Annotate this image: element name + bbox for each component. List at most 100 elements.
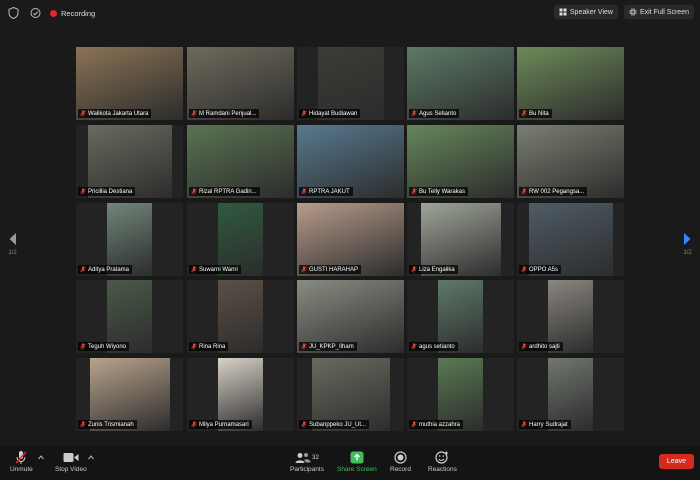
- participant-name: Walikota Jakarta Utara: [88, 110, 149, 117]
- next-page-control[interactable]: 1/2: [683, 232, 692, 256]
- participant-name: M Ramdani Penjual...: [199, 110, 257, 117]
- participant-name-tag: Rizal RPTRA Gadin...: [189, 187, 260, 196]
- participant-tile[interactable]: Suwarni Warni: [187, 203, 294, 276]
- muted-mic-icon: [411, 266, 417, 273]
- share-screen-icon: [350, 449, 364, 466]
- exit-fullscreen-button[interactable]: Exit Full Screen: [623, 5, 694, 19]
- recording-indicator[interactable]: Recording: [50, 9, 95, 18]
- muted-mic-icon: [301, 188, 307, 195]
- share-screen-button[interactable]: Share Screen: [337, 449, 377, 473]
- participant-tile[interactable]: Walikota Jakarta Utara: [76, 47, 183, 120]
- speaker-view-button[interactable]: Speaker View: [553, 5, 618, 19]
- participant-name: Suwarni Warni: [199, 266, 238, 273]
- participant-name: muthia azzahra: [419, 421, 461, 428]
- chevron-right-icon[interactable]: [683, 232, 692, 246]
- leave-button[interactable]: Leave: [658, 454, 694, 469]
- muted-mic-icon: [14, 449, 28, 466]
- participant-name-tag: RW 002 Pegangsa...: [519, 187, 588, 196]
- participant-name: agus setianto: [419, 343, 455, 350]
- participant-tile[interactable]: RW 002 Pegangsa...: [517, 125, 624, 198]
- muted-mic-icon: [411, 421, 417, 428]
- audio-options-chevron-icon[interactable]: [38, 455, 44, 460]
- participant-name: Liza Engalika: [419, 266, 455, 273]
- participant-name-tag: Agus Setianto: [409, 109, 460, 118]
- participant-tile[interactable]: Rizal RPTRA Gadin...: [187, 125, 294, 198]
- participant-name: RPTRA JAKUT: [309, 188, 350, 195]
- participant-tile[interactable]: Milya Purnamasari: [187, 358, 294, 431]
- muted-mic-icon: [301, 110, 307, 117]
- participant-name: Rizal RPTRA Gadin...: [199, 188, 257, 195]
- participant-tile[interactable]: Bu Telly Warakas: [407, 125, 514, 198]
- participant-tile[interactable]: Liza Engalika: [407, 203, 514, 276]
- participant-tile[interactable]: Zunis Trismianah: [76, 358, 183, 431]
- participant-name: Hidayat Budiawan: [309, 110, 358, 117]
- meeting-toolbar: Unmute Stop Video 32 Participants Share …: [0, 446, 700, 480]
- participant-tile[interactable]: Aditya Pratama: [76, 203, 183, 276]
- muted-mic-icon: [521, 110, 527, 117]
- video-options-chevron-icon[interactable]: [88, 455, 94, 460]
- participant-name: Pricillia Destiana: [88, 188, 133, 195]
- participant-tile[interactable]: JU_KPKP_Ilham: [297, 280, 404, 353]
- participant-name-tag: Bu Nita: [519, 109, 552, 118]
- participant-name-tag: Pricillia Destiana: [78, 187, 136, 196]
- chevron-left-icon[interactable]: [8, 232, 17, 246]
- stop-video-button[interactable]: Stop Video: [55, 449, 87, 473]
- participants-icon: [295, 452, 311, 463]
- participant-tile[interactable]: Subanppeko JU_Ut...: [297, 358, 404, 431]
- participant-name: RW 002 Pegangsa...: [529, 188, 585, 195]
- participants-count: 32: [312, 454, 319, 461]
- lock-icon[interactable]: [28, 6, 42, 20]
- muted-mic-icon: [301, 343, 307, 350]
- shield-icon[interactable]: [6, 6, 20, 20]
- record-icon: [394, 449, 407, 466]
- participant-tile[interactable]: Harry Sudrajat: [517, 358, 624, 431]
- participant-name-tag: Milya Purnamasari: [189, 420, 252, 429]
- top-bar: Recording Speaker View Exit Full Screen: [0, 0, 700, 26]
- participant-tile[interactable]: agus setianto: [407, 280, 514, 353]
- participant-tile[interactable]: GUSTI HARAHAP: [297, 203, 404, 276]
- participant-tile[interactable]: RPTRA JAKUT: [297, 125, 404, 198]
- participant-tile[interactable]: Teguh Wiyono: [76, 280, 183, 353]
- participant-name-tag: Zunis Trismianah: [78, 420, 137, 429]
- muted-mic-icon: [411, 343, 417, 350]
- participant-name: Milya Purnamasari: [199, 421, 249, 428]
- reactions-button[interactable]: Reactions: [428, 449, 457, 473]
- muted-mic-icon: [191, 266, 197, 273]
- unmute-label: Unmute: [10, 466, 33, 473]
- participant-name-tag: Liza Engalika: [409, 265, 458, 274]
- record-label: Record: [390, 466, 411, 473]
- participant-tile[interactable]: ardhito sajti: [517, 280, 624, 353]
- participant-name-tag: Walikota Jakarta Utara: [78, 109, 152, 118]
- page-indicator-right: 1/2: [683, 250, 692, 256]
- participant-name: OPPO A5s: [529, 266, 559, 273]
- muted-mic-icon: [80, 343, 86, 350]
- participant-name: Subanppeko JU_Ut...: [309, 421, 367, 428]
- participant-tile[interactable]: muthia azzahra: [407, 358, 514, 431]
- participant-name-tag: GUSTI HARAHAP: [299, 265, 362, 274]
- participant-tile[interactable]: Rina Rina: [187, 280, 294, 353]
- muted-mic-icon: [191, 343, 197, 350]
- participant-name-tag: Rina Rina: [189, 342, 229, 351]
- participant-name-tag: M Ramdani Penjual...: [189, 109, 260, 118]
- participant-name-tag: RPTRA JAKUT: [299, 187, 353, 196]
- participant-tile[interactable]: Pricillia Destiana: [76, 125, 183, 198]
- participant-name-tag: Aditya Pratama: [78, 265, 133, 274]
- participant-tile[interactable]: Hidayat Budiawan: [297, 47, 404, 120]
- unmute-button[interactable]: Unmute: [10, 449, 33, 473]
- participant-name: Bu Nita: [529, 110, 549, 117]
- participant-name-tag: Harry Sudrajat: [519, 420, 571, 429]
- participant-name-tag: Teguh Wiyono: [78, 342, 130, 351]
- muted-mic-icon: [301, 266, 307, 273]
- participant-name-tag: Subanppeko JU_Ut...: [299, 420, 370, 429]
- previous-page-control[interactable]: 1/2: [8, 232, 17, 256]
- participant-name-tag: JU_KPKP_Ilham: [299, 342, 357, 351]
- participant-tile[interactable]: Bu Nita: [517, 47, 624, 120]
- participant-tile[interactable]: OPPO A5s: [517, 203, 624, 276]
- record-icon: [50, 9, 57, 17]
- muted-mic-icon: [191, 421, 197, 428]
- participants-button[interactable]: 32 Participants: [290, 449, 324, 473]
- record-button[interactable]: Record: [390, 449, 411, 473]
- participant-tile[interactable]: M Ramdani Penjual...: [187, 47, 294, 120]
- participant-tile[interactable]: Agus Setianto: [407, 47, 514, 120]
- participant-name-tag: Bu Telly Warakas: [409, 187, 469, 196]
